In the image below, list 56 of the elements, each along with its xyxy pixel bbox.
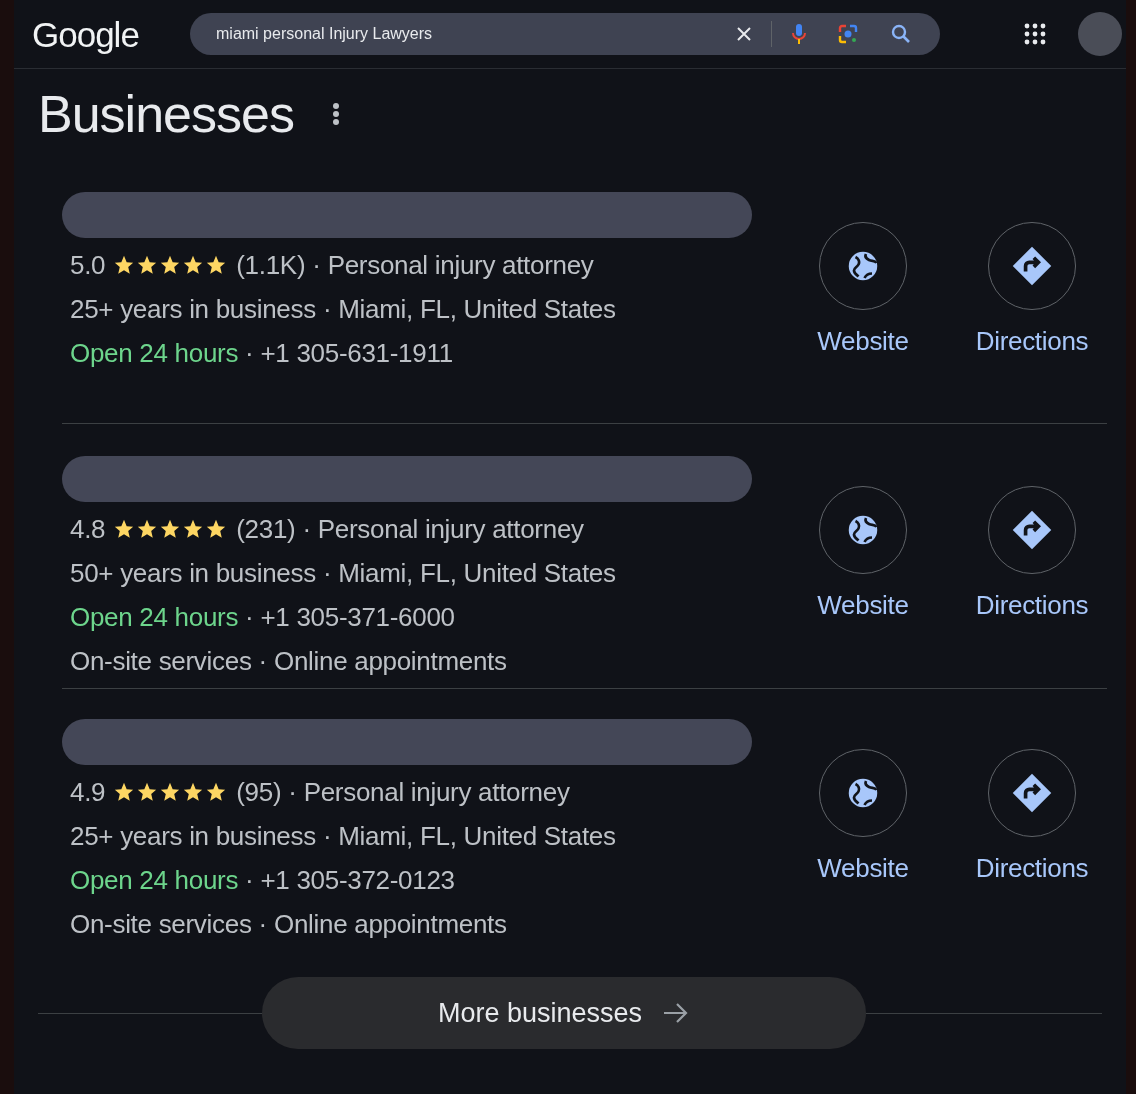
separator-dot: · <box>322 820 332 852</box>
separator-dot: · <box>322 293 332 325</box>
directions-sign-icon <box>1010 508 1054 552</box>
camera-lens-icon[interactable] <box>836 22 860 46</box>
years-in-business: 25+ years in business <box>70 293 316 325</box>
business-location: Miami, FL, United States <box>338 820 616 852</box>
more-options-icon[interactable] <box>331 102 340 126</box>
phone-number[interactable]: +1 305-372-0123 <box>260 864 455 896</box>
phone-number[interactable]: +1 305-371-6000 <box>260 601 455 633</box>
separator-dot: · <box>245 864 254 896</box>
search-input[interactable]: miami personal Injury Lawyers <box>216 25 735 43</box>
business-location: Miami, FL, United States <box>338 557 616 589</box>
business-category: Personal injury attorney <box>303 776 570 808</box>
opening-hours: Open 24 hours <box>70 337 239 369</box>
service-label: On-site services <box>70 908 252 940</box>
apps-grid-icon[interactable] <box>1024 23 1046 45</box>
service-label: Online appointments <box>273 645 507 677</box>
separator-dot: · <box>288 776 297 808</box>
directions-link[interactable]: Directions <box>975 853 1089 884</box>
separator-dot: · <box>312 249 321 281</box>
business-category: Personal injury attorney <box>317 513 584 545</box>
website-link[interactable]: Website <box>817 590 909 621</box>
microphone-icon[interactable] <box>790 22 808 46</box>
years-in-business: 50+ years in business <box>70 557 316 589</box>
directions-link[interactable]: Directions <box>975 326 1089 357</box>
rating-value: 5.0 <box>70 249 106 281</box>
section-title: Businesses <box>38 84 294 144</box>
rating-value: 4.9 <box>70 776 106 808</box>
separator-dot: · <box>245 337 254 369</box>
directions-sign-icon <box>1010 771 1054 815</box>
directions-link[interactable]: Directions <box>975 590 1089 621</box>
review-count: (95) <box>236 776 282 808</box>
website-link[interactable]: Website <box>817 326 909 357</box>
review-count: (231) <box>236 513 296 545</box>
separator-dot: · <box>258 645 267 677</box>
google-logo[interactable]: Google <box>32 15 172 55</box>
separator-dot: · <box>245 601 254 633</box>
directions-sign-icon <box>1010 244 1054 288</box>
opening-hours: Open 24 hours <box>70 864 239 896</box>
review-count: (1.1K) <box>236 249 306 281</box>
service-label: On-site services <box>70 645 252 677</box>
rating-value: 4.8 <box>70 513 106 545</box>
separator-dot: · <box>302 513 311 545</box>
service-label: Online appointments <box>273 908 507 940</box>
search-icon[interactable] <box>890 23 912 45</box>
phone-number[interactable]: +1 305-631-1911 <box>260 337 453 369</box>
close-icon[interactable] <box>735 25 753 43</box>
business-category: Personal injury attorney <box>327 249 594 281</box>
years-in-business: 25+ years in business <box>70 820 316 852</box>
separator-dot: · <box>258 908 267 940</box>
search-field[interactable]: miami personal Injury Lawyers <box>190 13 940 55</box>
more-businesses-button[interactable]: More businesses <box>262 977 866 1049</box>
business-location: Miami, FL, United States <box>338 293 616 325</box>
website-link[interactable]: Website <box>817 853 909 884</box>
opening-hours: Open 24 hours <box>70 601 239 633</box>
separator-dot: · <box>322 557 332 589</box>
